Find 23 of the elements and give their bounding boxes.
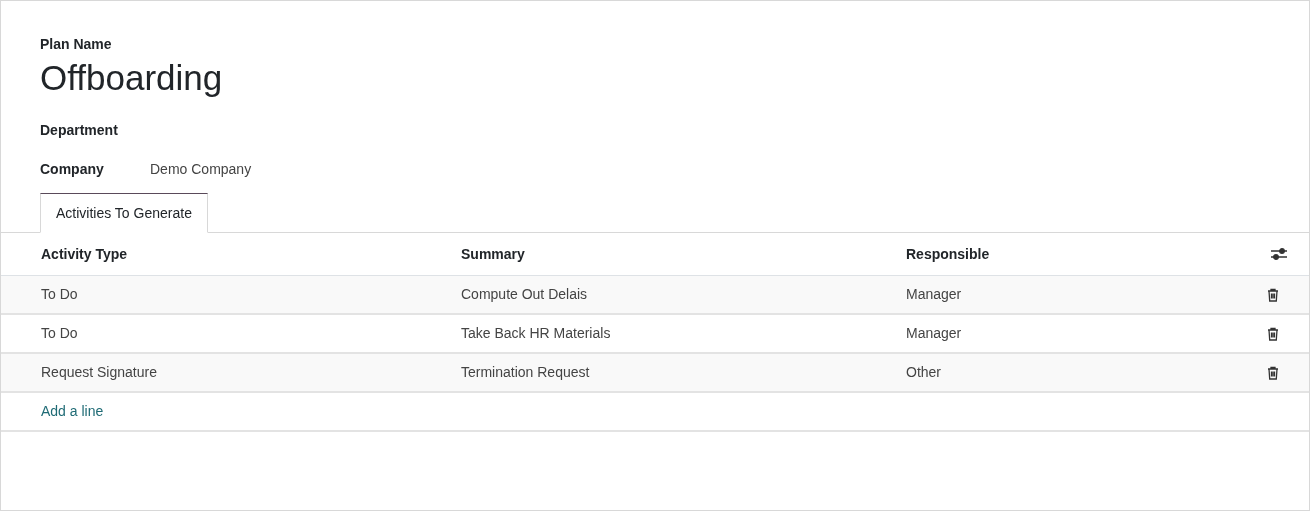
field-label: Company <box>40 159 105 179</box>
field-value: Demo Company <box>150 159 252 179</box>
table-cell-text: Manager <box>906 324 963 343</box>
table-cell-text: Take Back HR Materials <box>461 324 612 343</box>
table-cell-text: To Do <box>41 285 79 304</box>
plan-title: Offboarding <box>40 57 224 99</box>
table-cell-text: Manager <box>906 285 963 304</box>
table-cell-text: Request Signature <box>41 363 158 382</box>
table-cell-text: Termination Request <box>461 363 591 382</box>
settings-sliders-icon[interactable] <box>1271 247 1287 261</box>
add-line-link[interactable]: Add a line <box>41 401 104 422</box>
table-cell-text: Other <box>906 363 942 382</box>
tab[interactable]: Activities To Generate <box>40 193 208 233</box>
table-cell-text: Compute Out Delais <box>461 285 589 304</box>
trash-icon[interactable] <box>1267 326 1279 341</box>
table-cell-text: To Do <box>41 324 79 343</box>
field-label: Plan Name <box>40 35 113 54</box>
trash-icon[interactable] <box>1267 287 1279 302</box>
field-label: Department <box>40 120 119 140</box>
trash-icon[interactable] <box>1267 365 1279 380</box>
column-header[interactable]: Activity Type <box>41 243 461 265</box>
column-header[interactable]: Summary <box>461 243 906 265</box>
column-header[interactable]: Responsible <box>906 243 1271 265</box>
